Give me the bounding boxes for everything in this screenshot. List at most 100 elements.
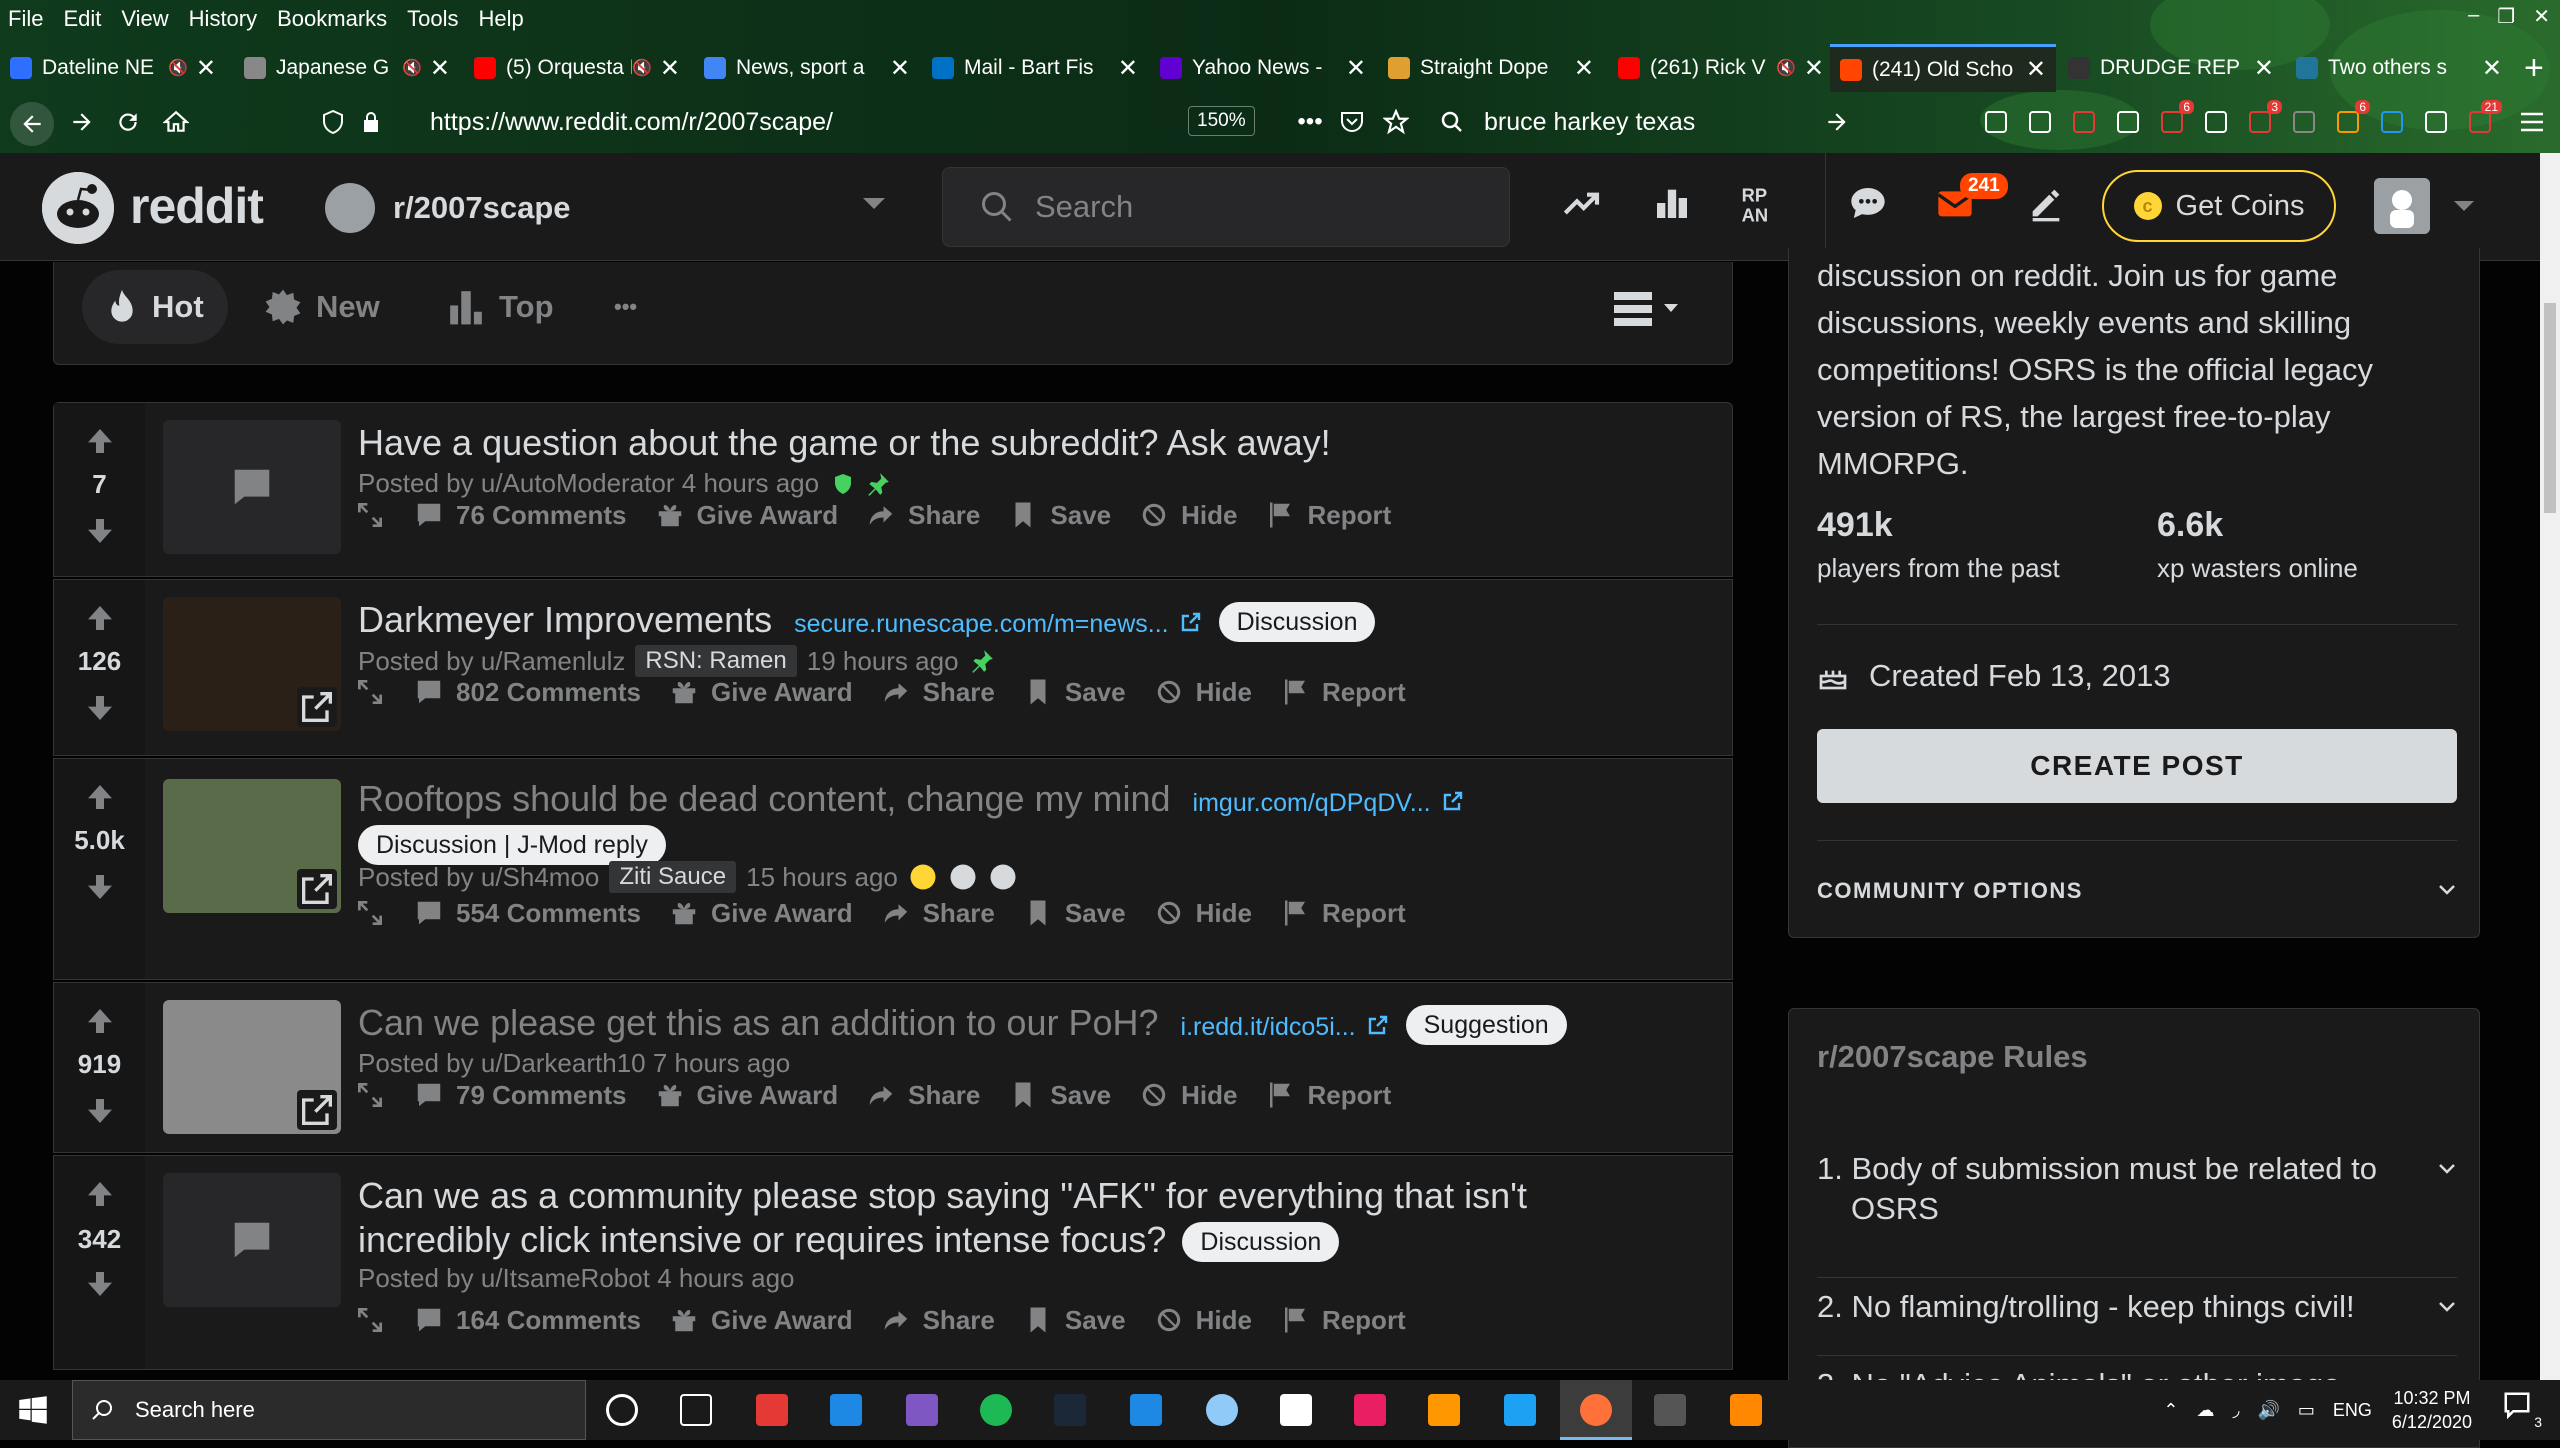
battery-icon[interactable]: ▭ xyxy=(2298,1400,2315,1421)
all-leaderboard-icon[interactable] xyxy=(1652,183,1702,233)
save-button[interactable]: Save xyxy=(1008,500,1111,531)
url-bar[interactable]: https://www.reddit.com/r/2007scape/ xyxy=(430,98,1170,146)
save-button[interactable]: Save xyxy=(1023,898,1126,929)
reddit-snoo-logo-icon[interactable] xyxy=(42,172,114,244)
expand-icon[interactable] xyxy=(354,1304,386,1336)
sort-new-button[interactable]: New xyxy=(264,270,380,344)
close-tab-icon[interactable]: ✕ xyxy=(1574,54,1594,83)
snoo-award-icon[interactable] xyxy=(978,862,1018,892)
menu-tools[interactable]: Tools xyxy=(407,6,458,32)
post-title[interactable]: Have a question about the game or the su… xyxy=(358,421,1331,465)
notifications-icon[interactable]: 3 xyxy=(2502,1390,2542,1430)
community-selector[interactable]: r/2007scape xyxy=(325,178,885,238)
browser-tab[interactable]: Straight Dope ✕ xyxy=(1378,44,1604,92)
downvote-arrow-icon[interactable] xyxy=(84,1268,116,1300)
reddit-search-input[interactable]: Search xyxy=(942,167,1510,247)
browser-tab[interactable]: (5) Orquesta E 🔇 ✕ xyxy=(464,44,690,92)
new-tab-button[interactable]: + xyxy=(2514,44,2554,92)
menu-edit[interactable]: Edit xyxy=(63,6,101,32)
go-arrow-icon[interactable] xyxy=(1824,109,1850,135)
post-card[interactable]: 342 Can we as a community please stop say… xyxy=(53,1155,1733,1370)
hide-button[interactable]: Hide xyxy=(1154,898,1252,929)
mute-tab-icon[interactable]: 🔇 xyxy=(168,58,188,78)
extension-badge-icon[interactable]: 3 xyxy=(2240,100,2282,142)
post-thumbnail[interactable] xyxy=(163,420,341,554)
extension-icon[interactable]: 21 xyxy=(2460,100,2502,142)
sidebar-icon[interactable] xyxy=(2020,102,2060,142)
post-card[interactable]: 7 Have a question about the game or the s… xyxy=(53,402,1733,577)
browser-tab[interactable]: Mail - Bart Fis ✕ xyxy=(922,44,1148,92)
reload-button[interactable] xyxy=(108,102,148,142)
sync-icon[interactable] xyxy=(2064,102,2104,142)
browser-tab[interactable]: Yahoo News - ✕ xyxy=(1150,44,1376,92)
share-button[interactable]: Share xyxy=(881,898,995,929)
forward-button[interactable] xyxy=(62,102,102,142)
post-author[interactable]: Posted by u/Ramenlulz xyxy=(358,646,625,677)
share-button[interactable]: Share xyxy=(881,1305,995,1336)
library-icon[interactable] xyxy=(1976,102,2016,142)
mute-tab-icon[interactable]: 🔇 xyxy=(632,58,652,78)
spotify-icon[interactable] xyxy=(980,1394,1012,1426)
scrollbar-thumb[interactable] xyxy=(2544,303,2556,513)
close-tab-icon[interactable]: ✕ xyxy=(890,54,910,83)
comments-button[interactable]: 79 Comments xyxy=(414,1080,627,1111)
post-flair[interactable]: Suggestion xyxy=(1405,1005,1567,1046)
page-scrollbar[interactable] xyxy=(2540,153,2560,1380)
feed-icon[interactable] xyxy=(2108,102,2148,142)
post-title[interactable]: Can we as a community please stop saying… xyxy=(358,1174,1527,1263)
rule-item[interactable]: 1. Body of submission must be related to… xyxy=(1817,1149,2457,1229)
home-button[interactable] xyxy=(156,102,196,142)
close-tab-icon[interactable]: ✕ xyxy=(1346,54,1366,83)
downvote-arrow-icon[interactable] xyxy=(84,1095,116,1127)
award-button[interactable]: Give Award xyxy=(655,1080,838,1111)
post-card[interactable]: 126 Darkmeyer Improvements secure.runescap… xyxy=(53,579,1733,756)
close-tab-icon[interactable]: ✕ xyxy=(2482,54,2502,83)
user-menu-chevron-icon[interactable] xyxy=(2454,201,2474,211)
tracking-protection-icon[interactable] xyxy=(318,102,348,142)
post-flair[interactable]: Discussion xyxy=(1218,602,1376,643)
hamburger-menu-icon[interactable] xyxy=(2512,102,2552,142)
report-button[interactable]: Report xyxy=(1280,677,1406,708)
post-title[interactable]: Can we please get this as an addition to… xyxy=(358,1001,1567,1049)
share-button[interactable]: Share xyxy=(866,1080,980,1111)
external-link-icon[interactable] xyxy=(1356,1002,1390,1043)
restore-button[interactable]: ❐ xyxy=(2497,4,2515,29)
task-view-icon[interactable] xyxy=(680,1394,712,1426)
expand-icon[interactable] xyxy=(354,897,386,929)
trophy-award-icon[interactable] xyxy=(898,862,938,892)
report-button[interactable]: Report xyxy=(1280,1305,1406,1336)
tray-overflow-icon[interactable]: ⌃ xyxy=(2163,1400,2178,1421)
post-thumbnail[interactable] xyxy=(163,597,341,731)
vlc-icon[interactable] xyxy=(1730,1394,1762,1426)
close-tab-icon[interactable]: ✕ xyxy=(196,54,216,83)
create-post-pencil-icon[interactable] xyxy=(2026,183,2076,233)
post-time[interactable]: 4 hours ago xyxy=(657,1263,794,1294)
pocket-icon[interactable] xyxy=(1332,102,1372,142)
cortana-icon[interactable] xyxy=(606,1394,638,1426)
network-icon[interactable]: ◞ xyxy=(2232,1400,2239,1421)
drop-app-icon[interactable] xyxy=(906,1394,938,1426)
browser-tab[interactable]: Dateline NE 🔇 ✕ xyxy=(0,44,226,92)
clock[interactable]: 10:32 PM 6/12/2020 xyxy=(2392,1386,2472,1434)
page-actions-icon[interactable]: ••• xyxy=(1290,102,1330,142)
close-tab-icon[interactable]: ✕ xyxy=(1804,54,1824,83)
twitter-icon[interactable] xyxy=(1504,1394,1536,1426)
post-domain-link[interactable]: imgur.com/qDPqDV... xyxy=(1193,789,1431,817)
browser-tab[interactable]: Two others s ✕ xyxy=(2286,44,2512,92)
browser-tab[interactable]: (241) Old Scho ✕ xyxy=(1830,44,2056,92)
comments-button[interactable]: 802 Comments xyxy=(414,677,641,708)
save-button[interactable]: Save xyxy=(1023,1305,1126,1336)
windows-start-icon[interactable] xyxy=(18,1395,48,1425)
menu-bookmarks[interactable]: Bookmarks xyxy=(277,6,387,32)
award-button[interactable]: Give Award xyxy=(655,500,838,531)
expand-icon[interactable] xyxy=(354,1079,386,1111)
web-search-bar[interactable]: bruce harkey texas xyxy=(1440,98,1860,146)
external-link-icon[interactable] xyxy=(1169,599,1203,640)
comments-button[interactable]: 164 Comments xyxy=(414,1305,641,1336)
volume-icon[interactable]: 🔊 xyxy=(2257,1400,2279,1421)
post-author[interactable]: Posted by u/Sh4moo xyxy=(358,862,599,893)
chat-icon[interactable] xyxy=(1848,183,1898,233)
runelite-icon[interactable] xyxy=(1654,1394,1686,1426)
external-link-icon[interactable] xyxy=(1431,778,1465,819)
report-button[interactable]: Report xyxy=(1280,898,1406,929)
